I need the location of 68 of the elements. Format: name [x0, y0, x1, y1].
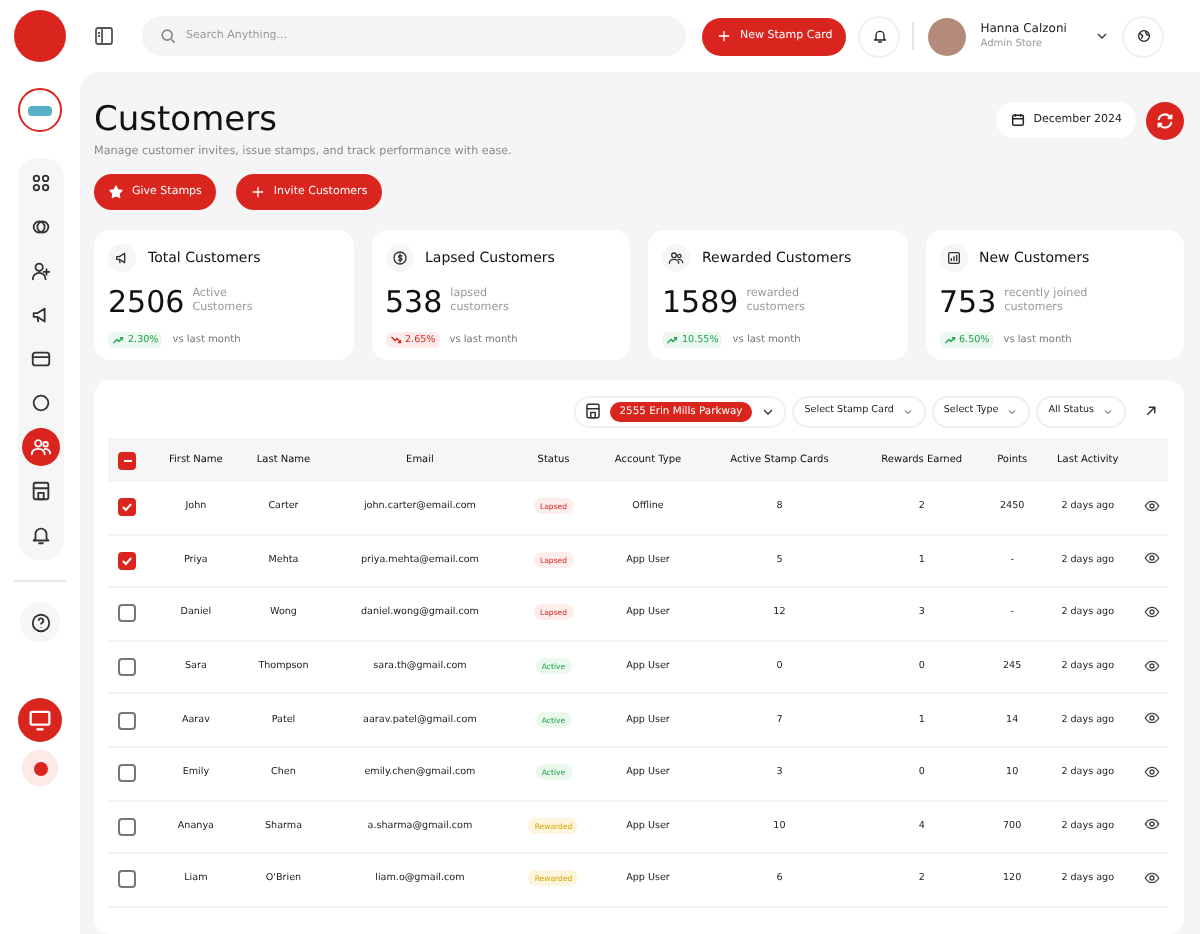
- trend-down-icon: [389, 334, 401, 346]
- nav-item[interactable]: [21, 428, 59, 466]
- page-title: Customers: [94, 100, 279, 140]
- monitor-button[interactable]: [18, 698, 62, 742]
- coins-icon: [29, 216, 51, 238]
- sidebar-toggle-icon[interactable]: [92, 24, 116, 48]
- question-icon: [29, 611, 51, 633]
- chevron-down-icon[interactable]: [1094, 28, 1111, 44]
- chart-icon: [945, 250, 961, 266]
- chevron-down-icon: [1102, 405, 1114, 417]
- row-checkbox[interactable]: [118, 764, 136, 783]
- star-icon: [108, 184, 124, 200]
- row-checkbox[interactable]: [118, 870, 136, 889]
- stat-value: 2506: [108, 284, 185, 320]
- trend-up-icon: [943, 334, 955, 346]
- megaphone-icon: [29, 304, 51, 326]
- eye-icon[interactable]: [1144, 550, 1161, 567]
- circle-icon: [29, 392, 51, 414]
- store-icon: [583, 402, 602, 420]
- select-all-checkbox[interactable]: [118, 451, 136, 469]
- monitor-icon: [26, 706, 54, 734]
- row-checkbox[interactable]: [118, 604, 136, 623]
- stat-value: 1589: [662, 284, 739, 320]
- notifications-button[interactable]: [860, 17, 899, 55]
- row-checkbox[interactable]: [118, 498, 136, 517]
- stat-value: 538: [385, 284, 443, 320]
- globe-icon: [1135, 28, 1152, 44]
- chevron-down-icon: [901, 405, 914, 417]
- logout-button[interactable]: [22, 750, 58, 786]
- chevron-down-icon: [1006, 405, 1019, 417]
- users-icon: [29, 436, 51, 458]
- eye-icon[interactable]: [1144, 497, 1161, 514]
- megaphone-icon: [114, 250, 130, 266]
- bell-icon: [29, 524, 51, 546]
- bell-icon: [871, 28, 888, 44]
- plus-icon: [249, 184, 266, 200]
- row-checkbox[interactable]: [118, 817, 136, 836]
- plus-icon: [716, 28, 732, 44]
- checkmark-icon: [120, 553, 134, 568]
- calendar-icon: [1009, 112, 1026, 128]
- eye-icon[interactable]: [1144, 816, 1161, 833]
- user-icon: [29, 260, 51, 282]
- eye-icon[interactable]: [1144, 763, 1161, 780]
- help-button[interactable]: [20, 602, 60, 642]
- trend-up-icon: [666, 334, 678, 346]
- refresh-icon: [1154, 110, 1176, 132]
- arrow-up-right-icon: [1142, 402, 1160, 420]
- row-checkbox[interactable]: [118, 658, 136, 677]
- card-icon: [29, 348, 51, 370]
- eye-icon[interactable]: [1144, 869, 1161, 886]
- stat-value: 753: [939, 284, 997, 320]
- eye-icon[interactable]: [1144, 710, 1161, 727]
- checkmark-icon: [120, 500, 134, 515]
- trend-up-icon: [112, 334, 124, 346]
- store-icon: [29, 480, 51, 502]
- search-icon: [158, 26, 178, 46]
- store-logo-icon[interactable]: [18, 88, 62, 132]
- row-checkbox[interactable]: [118, 551, 136, 570]
- grid-icon: [29, 172, 51, 194]
- avatar: [928, 17, 967, 55]
- users-icon: [668, 250, 684, 266]
- dollar-icon: [391, 250, 407, 266]
- eye-icon[interactable]: [1144, 657, 1161, 674]
- eye-icon[interactable]: [1144, 603, 1161, 620]
- refresh-button[interactable]: [1146, 102, 1184, 140]
- globe-button[interactable]: [1124, 17, 1163, 55]
- logo-icon[interactable]: [14, 10, 66, 62]
- row-checkbox[interactable]: [118, 711, 136, 730]
